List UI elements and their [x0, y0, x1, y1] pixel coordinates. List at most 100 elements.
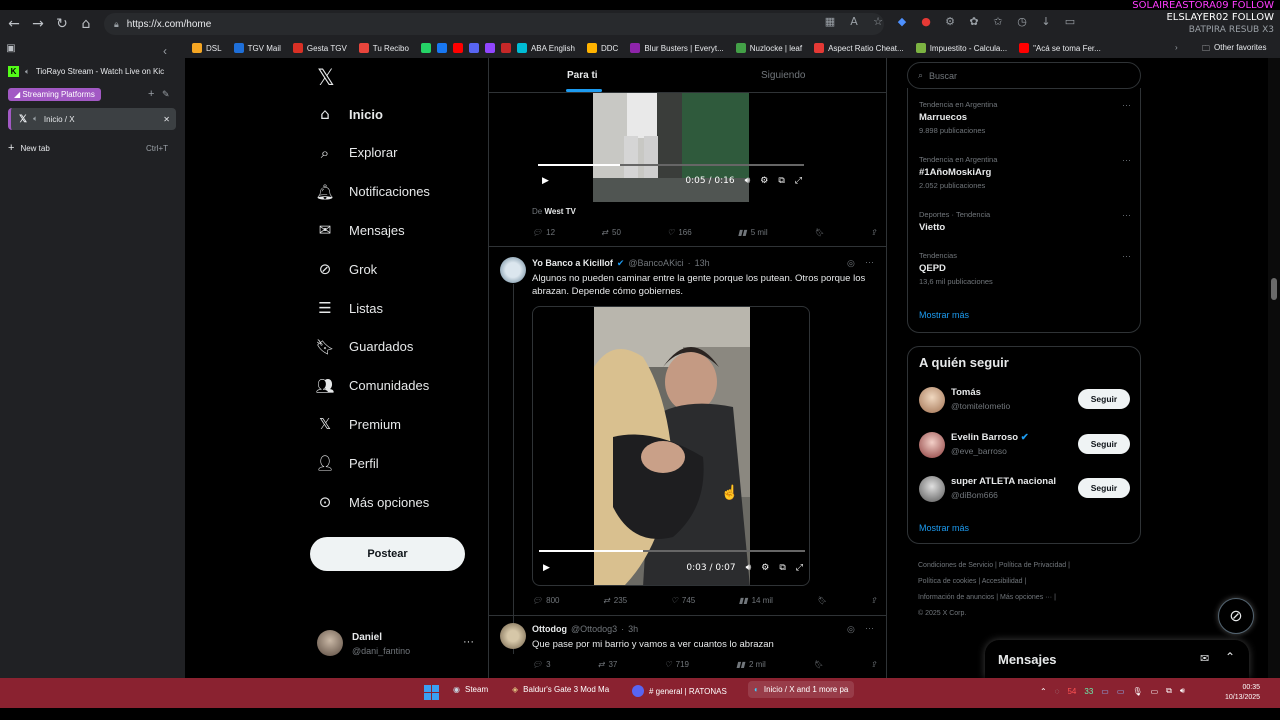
bookmark-item[interactable]: Aspect Ratio Cheat...	[814, 43, 904, 53]
bookmark-item[interactable]: Nuzlocke | leaf	[735, 43, 802, 53]
author-handle[interactable]: @Ottodog3	[571, 624, 617, 634]
bookmark-item[interactable]: ABA English	[516, 43, 575, 53]
fullscreen-icon[interactable]: ⤢	[795, 176, 802, 186]
volume-icon[interactable]: 🔊︎	[1180, 686, 1185, 696]
forward-icon[interactable]: →	[26, 16, 50, 32]
play-icon[interactable]: ▶	[542, 176, 549, 186]
bookmark-item[interactable]	[436, 43, 447, 53]
taskbar-item[interactable]: ◐ Inicio / X and 1 more pa	[748, 681, 855, 698]
home-page-icon[interactable]: ⌂	[74, 16, 98, 32]
views-button[interactable]: ▮▮ 14 mil	[739, 596, 773, 605]
tweet-time[interactable]: 3h	[628, 624, 638, 634]
clock[interactable]: 00:35 10/13/2025	[1225, 683, 1260, 703]
nav-item-guardados[interactable]: 🔖︎ Guardados	[315, 338, 413, 356]
history-icon[interactable]: ◷	[1014, 15, 1030, 28]
bookmark-item[interactable]: Impuestito - Calcula...	[915, 43, 1007, 53]
more-icon[interactable]: ···	[865, 623, 874, 633]
views-button[interactable]: ▮▮ 5 mil	[738, 228, 768, 237]
post-button[interactable]: Postear	[310, 537, 465, 571]
footer-link[interactable]: Condiciones de Servicio	[918, 562, 993, 569]
footer-link[interactable]: Política de cookies	[918, 578, 976, 585]
bookmark-item[interactable]	[484, 43, 495, 53]
bookmark-item[interactable]: TGV Mail	[233, 43, 281, 53]
close-icon[interactable]: ✕	[163, 115, 170, 124]
bookmark-button[interactable]: 🔖︎	[813, 660, 823, 669]
chevron-right-icon[interactable]: ›	[1175, 43, 1178, 52]
nav-item-notificaciones[interactable]: 🔔︎ Notificaciones	[315, 183, 429, 201]
share-button[interactable]: ⇪	[870, 228, 877, 237]
tray-counter[interactable]: 54	[1067, 687, 1076, 696]
nav-item-listas[interactable]: ☰ Listas	[315, 299, 383, 317]
taskbar-item[interactable]: ◈ Baldur's Gate 3 Mod Ma	[512, 685, 609, 694]
trend-item[interactable]: Deportes · Tendencia Vietto ···	[919, 210, 1131, 233]
more-icon[interactable]: ···	[865, 257, 874, 267]
avatar[interactable]	[500, 623, 526, 649]
more-icon[interactable]: ···	[1122, 155, 1131, 165]
nav-item-explorar[interactable]: ⌕ Explorar	[315, 144, 398, 162]
like-button[interactable]: ♡ 166	[667, 228, 692, 237]
refresh-icon[interactable]: ↻	[50, 16, 74, 32]
x-logo-icon[interactable]: 𝕏	[317, 66, 335, 91]
new-message-icon[interactable]: ✉	[1200, 652, 1209, 665]
bookmark-button[interactable]: 🔖︎	[817, 596, 827, 605]
read-aloud-icon[interactable]: A	[846, 15, 862, 28]
author-name[interactable]: Yo Banco a Kicillof	[532, 258, 613, 269]
retweet-button[interactable]: ⇄ 37	[598, 660, 618, 669]
star-icon[interactable]: ☆	[870, 15, 886, 28]
more-icon[interactable]: ···	[1122, 210, 1131, 220]
bookmark-item[interactable]: Tu Recibo	[358, 43, 409, 53]
source-link[interactable]: West TV	[544, 207, 575, 216]
nav-item-mensajes[interactable]: ✉ Mensajes	[315, 221, 405, 239]
download-icon[interactable]: ↓	[1038, 15, 1054, 28]
follow-button[interactable]: Seguir	[1078, 433, 1130, 454]
author-name[interactable]: Ottodog	[532, 624, 567, 634]
author-handle[interactable]: @BancoAKici	[628, 258, 683, 269]
grok-icon[interactable]: ◎	[847, 624, 855, 635]
show-more-link[interactable]: Mostrar más	[919, 310, 969, 320]
volume-icon[interactable]: 🔊︎	[746, 563, 752, 573]
sidebar-toggle-icon[interactable]: ▣	[4, 43, 18, 54]
fullscreen-icon[interactable]: ⤢	[796, 563, 803, 573]
screenshot-icon[interactable]: ▭	[1062, 15, 1078, 28]
follow-suggestion[interactable]: Evelin Barroso ✔ @eve_barroso Seguir	[908, 430, 1140, 464]
tray-icon[interactable]: ▭	[1101, 687, 1109, 696]
video-progress-track[interactable]	[538, 164, 804, 166]
follow-button[interactable]: Seguir	[1078, 478, 1130, 498]
like-button[interactable]: ♡ 719	[664, 660, 689, 669]
reply-button[interactable]: 💬︎ 12	[532, 228, 555, 237]
play-icon[interactable]: ▶	[543, 563, 550, 573]
bookmark-item[interactable]	[420, 43, 431, 53]
nav-item-perfil[interactable]: 👤︎ Perfil	[315, 454, 378, 472]
reply-button[interactable]: 💬︎ 3	[532, 660, 551, 669]
taskbar-item[interactable]: # general | RATONAS	[632, 685, 727, 697]
video-progress-track[interactable]	[539, 550, 805, 552]
tray-counter[interactable]: 33	[1084, 687, 1093, 696]
pip-icon[interactable]: ⧉	[778, 176, 784, 186]
microphone-icon[interactable]: 🎙︎	[1132, 687, 1142, 696]
like-button[interactable]: ♡ 745	[671, 596, 696, 605]
trend-item[interactable]: Tendencia en Argentina #1AñoMoskiArg 2.052…	[919, 155, 1131, 190]
grok-floating-button[interactable]: ⊘	[1218, 598, 1254, 634]
tweet-video[interactable]: ▶ 0:03 / 0:07 🔊︎ ⚙ ⧉ ⤢ ☝	[532, 306, 810, 586]
extension-icon[interactable]: ◆	[894, 15, 910, 28]
bookmark-button[interactable]: 🔖︎	[814, 228, 824, 237]
extension-icon[interactable]: ✿	[966, 15, 982, 28]
account-switcher[interactable]: Daniel @dani_fantino ···	[317, 630, 477, 660]
pip-icon[interactable]: ⧉	[779, 563, 785, 573]
share-button[interactable]: ⇪	[870, 596, 877, 605]
bookmark-item[interactable]: "Acá se toma Fer...	[1019, 43, 1101, 53]
avatar[interactable]	[500, 257, 526, 283]
tray-icon[interactable]: ◌	[1055, 687, 1060, 696]
more-icon[interactable]: ···	[1122, 100, 1131, 110]
tab-siguiendo[interactable]: Siguiendo	[761, 70, 805, 81]
tab-inicio-x[interactable]: 𝕏 🔈︎ Inicio / X ✕	[8, 108, 176, 130]
extension-icon[interactable]: ●	[918, 15, 934, 28]
bookmark-item[interactable]: Gesta TGV	[292, 43, 347, 53]
trend-item[interactable]: Tendencia en Argentina Marruecos 9.898 pub…	[919, 100, 1131, 135]
views-button[interactable]: ▮▮ 2 mil	[736, 660, 766, 669]
tab-pinned-stream[interactable]: K 🔈︎ TioRayo Stream - Watch Live on Kic	[8, 66, 164, 77]
expand-icon[interactable]: ⌃	[1225, 650, 1235, 664]
messages-drawer[interactable]: Mensajes ✉ ⌃	[985, 640, 1249, 678]
footer-link[interactable]: Política de Privacidad	[999, 562, 1066, 569]
bookmark-item[interactable]: DSL	[192, 43, 222, 53]
